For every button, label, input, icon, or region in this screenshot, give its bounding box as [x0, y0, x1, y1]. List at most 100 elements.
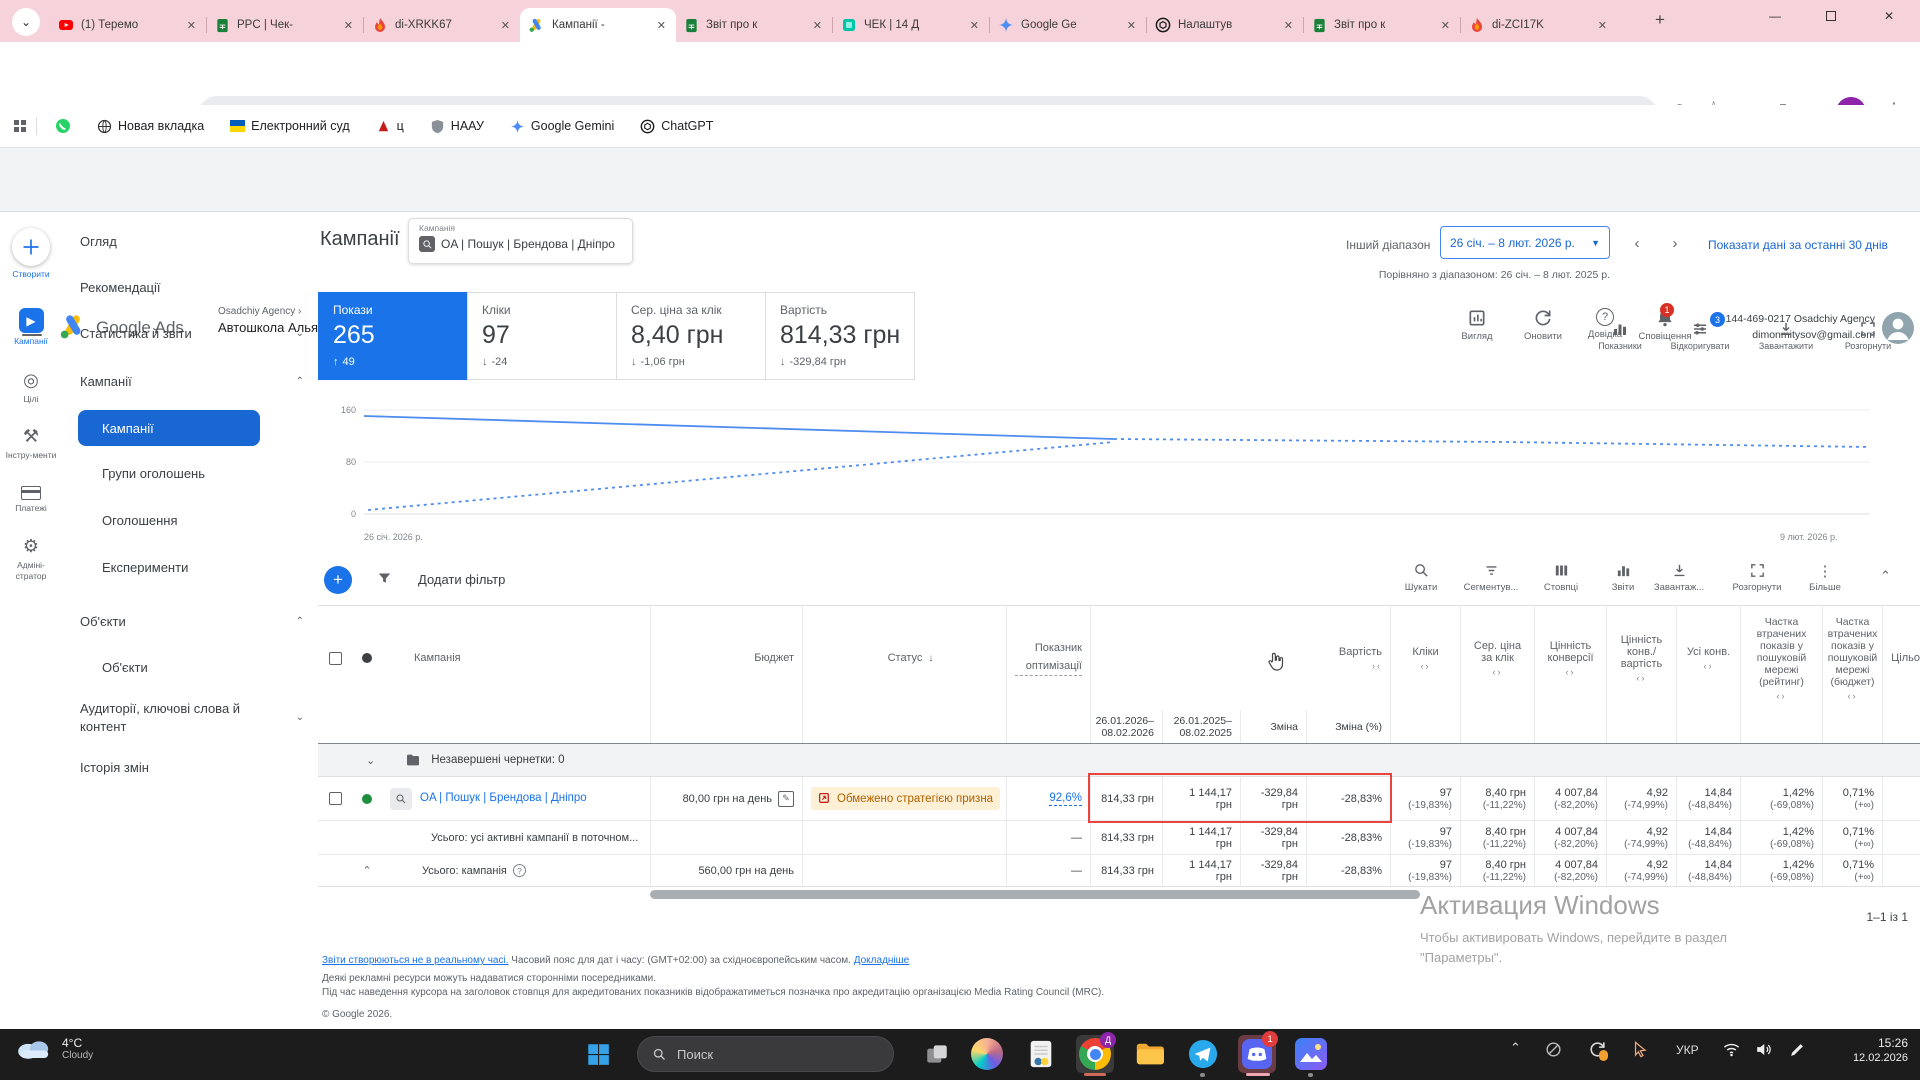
more-button[interactable]: ⋮ Більше — [1790, 562, 1860, 593]
reports-delay-link[interactable]: Звіти створюються не в реальному часі. — [322, 955, 509, 966]
tab-close-icon[interactable]: ✕ — [185, 19, 198, 32]
columns-button[interactable]: Стовпці — [1526, 562, 1596, 593]
help-tooltip-icon[interactable]: ? — [512, 864, 526, 877]
rail-create-button[interactable]: Створити — [0, 228, 62, 280]
col-campaign[interactable]: Кампанія — [382, 606, 650, 710]
col-clicks[interactable]: Кліки ‹› — [1390, 606, 1460, 710]
new-tab-button[interactable]: + — [1655, 10, 1665, 30]
nav-assets-section[interactable]: Об'єкти ⌃ — [62, 604, 318, 638]
tab-close-icon[interactable]: ✕ — [811, 19, 824, 32]
chart-download-button[interactable]: Завантажити — [1750, 320, 1822, 351]
download-button[interactable]: Завантаж... — [1644, 562, 1714, 593]
tab-close-icon[interactable]: ✕ — [1282, 19, 1295, 32]
nav-ads[interactable]: Оголошення — [62, 503, 318, 537]
wifi-icon[interactable] — [1722, 1040, 1741, 1059]
window-maximize-button[interactable] — [1808, 0, 1854, 32]
expand-button[interactable]: Розгорнути — [1722, 562, 1792, 593]
table-search-button[interactable]: Шукати — [1386, 562, 1456, 593]
learn-more-link[interactable]: Докладніше — [854, 955, 910, 966]
tray-sync-icon[interactable] — [1588, 1040, 1608, 1061]
nav-change-history[interactable]: Історія змін — [62, 750, 318, 784]
tray-pointer-icon[interactable] — [1630, 1040, 1649, 1059]
rail-goals[interactable]: ◎ Цілі — [0, 370, 62, 405]
browser-tab[interactable]: (1) Теремо ✕ — [50, 8, 206, 42]
chart-expand-button[interactable]: Розгорнути — [1832, 320, 1904, 351]
copilot-app-icon[interactable] — [968, 1035, 1006, 1073]
col-target[interactable]: Цільова — [1882, 606, 1920, 710]
bookmark-item[interactable]: Google Gemini — [502, 119, 622, 134]
clock-widget[interactable]: 15:26 12.02.2026 — [1800, 1036, 1908, 1064]
horizontal-scrollbar[interactable] — [650, 890, 1420, 899]
status-badge[interactable]: Обмежено стратегією призна — [811, 787, 1001, 810]
browser-tab[interactable]: PPC | Чек- ✕ — [207, 8, 363, 42]
language-indicator[interactable]: УКР — [1676, 1043, 1699, 1057]
tray-chevron-icon[interactable]: ⌃ — [1510, 1040, 1521, 1056]
bookmark-whatsapp[interactable] — [47, 118, 79, 134]
browser-tab[interactable]: di-ZCI17K ✕ — [1461, 8, 1617, 42]
nav-experiments[interactable]: Експерименти — [62, 550, 318, 584]
apps-grid-icon[interactable] — [14, 120, 26, 132]
range-prev-button[interactable]: ‹ — [1624, 230, 1650, 256]
nav-campaigns-section[interactable]: Кампанії ⌃ — [62, 364, 318, 398]
chrome-app-icon[interactable]: Д — [1076, 1032, 1116, 1073]
file-explorer-icon[interactable] — [1130, 1035, 1168, 1073]
col-lost-rank[interactable]: Частка втрачених показів у пошуковій мер… — [1740, 606, 1822, 710]
discord-app-icon[interactable]: 1 — [1238, 1031, 1278, 1073]
tab-close-icon[interactable]: ✕ — [1125, 19, 1138, 32]
collapse-table-icon[interactable]: ⌃ — [1880, 568, 1891, 584]
edit-budget-icon[interactable]: ✎ — [778, 790, 794, 807]
last-30-days-link[interactable]: Показати дані за останні 30 днів — [1708, 238, 1888, 252]
col-cpc[interactable]: Сер. ціна за клік ‹› — [1460, 606, 1534, 710]
nav-ad-groups[interactable]: Групи оголошень — [62, 456, 318, 490]
col-cost-group[interactable]: Вартість ›‹ — [1090, 606, 1390, 710]
col-budget[interactable]: Бюджет — [650, 606, 802, 710]
opt-score-link[interactable]: 92,6% — [1049, 792, 1082, 806]
date-range-dropdown[interactable]: 26 січ. – 8 лют. 2026 р. ▼ — [1440, 226, 1610, 259]
browser-tab[interactable]: Звіт про к ✕ — [676, 8, 832, 42]
filter-icon[interactable] — [376, 570, 393, 587]
window-minimize-button[interactable]: — — [1752, 0, 1798, 32]
chart-adjust-button[interactable]: Відкоригувати 3 — [1664, 312, 1736, 351]
telegram-app-icon[interactable] — [1184, 1035, 1222, 1073]
col-lost-budget[interactable]: Частка втрачених показів у пошуковій мер… — [1822, 606, 1882, 710]
browser-tab[interactable]: ЧЕК | 14 Д ✕ — [833, 8, 989, 42]
window-close-button[interactable]: ✕ — [1866, 0, 1912, 32]
chevron-down-icon[interactable]: ⌄ — [366, 754, 375, 767]
segment-button[interactable]: Сегментув... — [1456, 562, 1526, 593]
tab-close-icon[interactable]: ✕ — [968, 19, 981, 32]
browser-tab[interactable]: Звіт про к ✕ — [1304, 8, 1460, 42]
scorecard-cpc[interactable]: Сер. ціна за клік 8,40 грн ↓ -1,06 грн — [616, 292, 766, 380]
campaign-row[interactable]: OA | Пошук | Брендова | Дніпро 80,00 грн… — [318, 777, 1920, 821]
python-file-icon[interactable] — [1022, 1035, 1060, 1073]
nav-audiences[interactable]: Аудиторії, ключові слова й контент ⌄ — [62, 696, 318, 735]
rail-billing[interactable]: Платежі — [0, 486, 62, 514]
rail-admin[interactable]: ⚙ Адміні-стратор — [0, 536, 62, 581]
select-all-cell[interactable] — [318, 606, 352, 710]
bookmark-item[interactable]: Новая вкладка — [89, 119, 212, 134]
browser-tab[interactable]: Налаштув ✕ — [1147, 8, 1303, 42]
tab-close-icon[interactable]: ✕ — [342, 19, 355, 32]
tray-night-icon[interactable] — [1544, 1040, 1563, 1059]
weather-widget[interactable]: 4°C Cloudy — [14, 1034, 93, 1062]
col-opt-score[interactable]: Показник оптимізації — [1006, 606, 1090, 710]
tab-close-icon[interactable]: ✕ — [1439, 19, 1452, 32]
scorecard-impressions[interactable]: Покази 265 ↑ 49 — [318, 292, 468, 380]
browser-tab[interactable]: Google Ge ✕ — [990, 8, 1146, 42]
performance-chart[interactable] — [364, 402, 1870, 516]
tab-search-chevron-icon[interactable]: ⌄ — [12, 8, 40, 36]
tab-close-icon[interactable]: ✕ — [655, 19, 668, 32]
tab-close-icon[interactable]: ✕ — [1596, 19, 1609, 32]
status-filter-cell[interactable] — [352, 606, 382, 710]
col-conv-value[interactable]: Цінність конверсії ‹› — [1534, 606, 1606, 710]
range-next-button[interactable]: › — [1662, 230, 1688, 256]
photos-app-icon[interactable] — [1292, 1035, 1330, 1073]
row-checkbox[interactable] — [318, 777, 352, 820]
drafts-group-row[interactable]: ⌄ Незавершені чернетки: 0 — [318, 744, 1920, 777]
rail-campaigns[interactable]: ▶ Кампанії — [0, 308, 62, 347]
browser-tab-active[interactable]: Кампанії - ✕ — [520, 8, 676, 42]
bookmark-item[interactable]: ChatGPT — [632, 119, 721, 134]
taskbar-search[interactable]: Поиск — [637, 1036, 894, 1072]
bookmark-item[interactable]: Електронний суд — [222, 119, 357, 133]
nav-insights[interactable]: Статистика й звіти ⌄ — [62, 316, 318, 350]
campaign-name-link[interactable]: OA | Пошук | Брендова | Дніпро — [420, 791, 598, 806]
